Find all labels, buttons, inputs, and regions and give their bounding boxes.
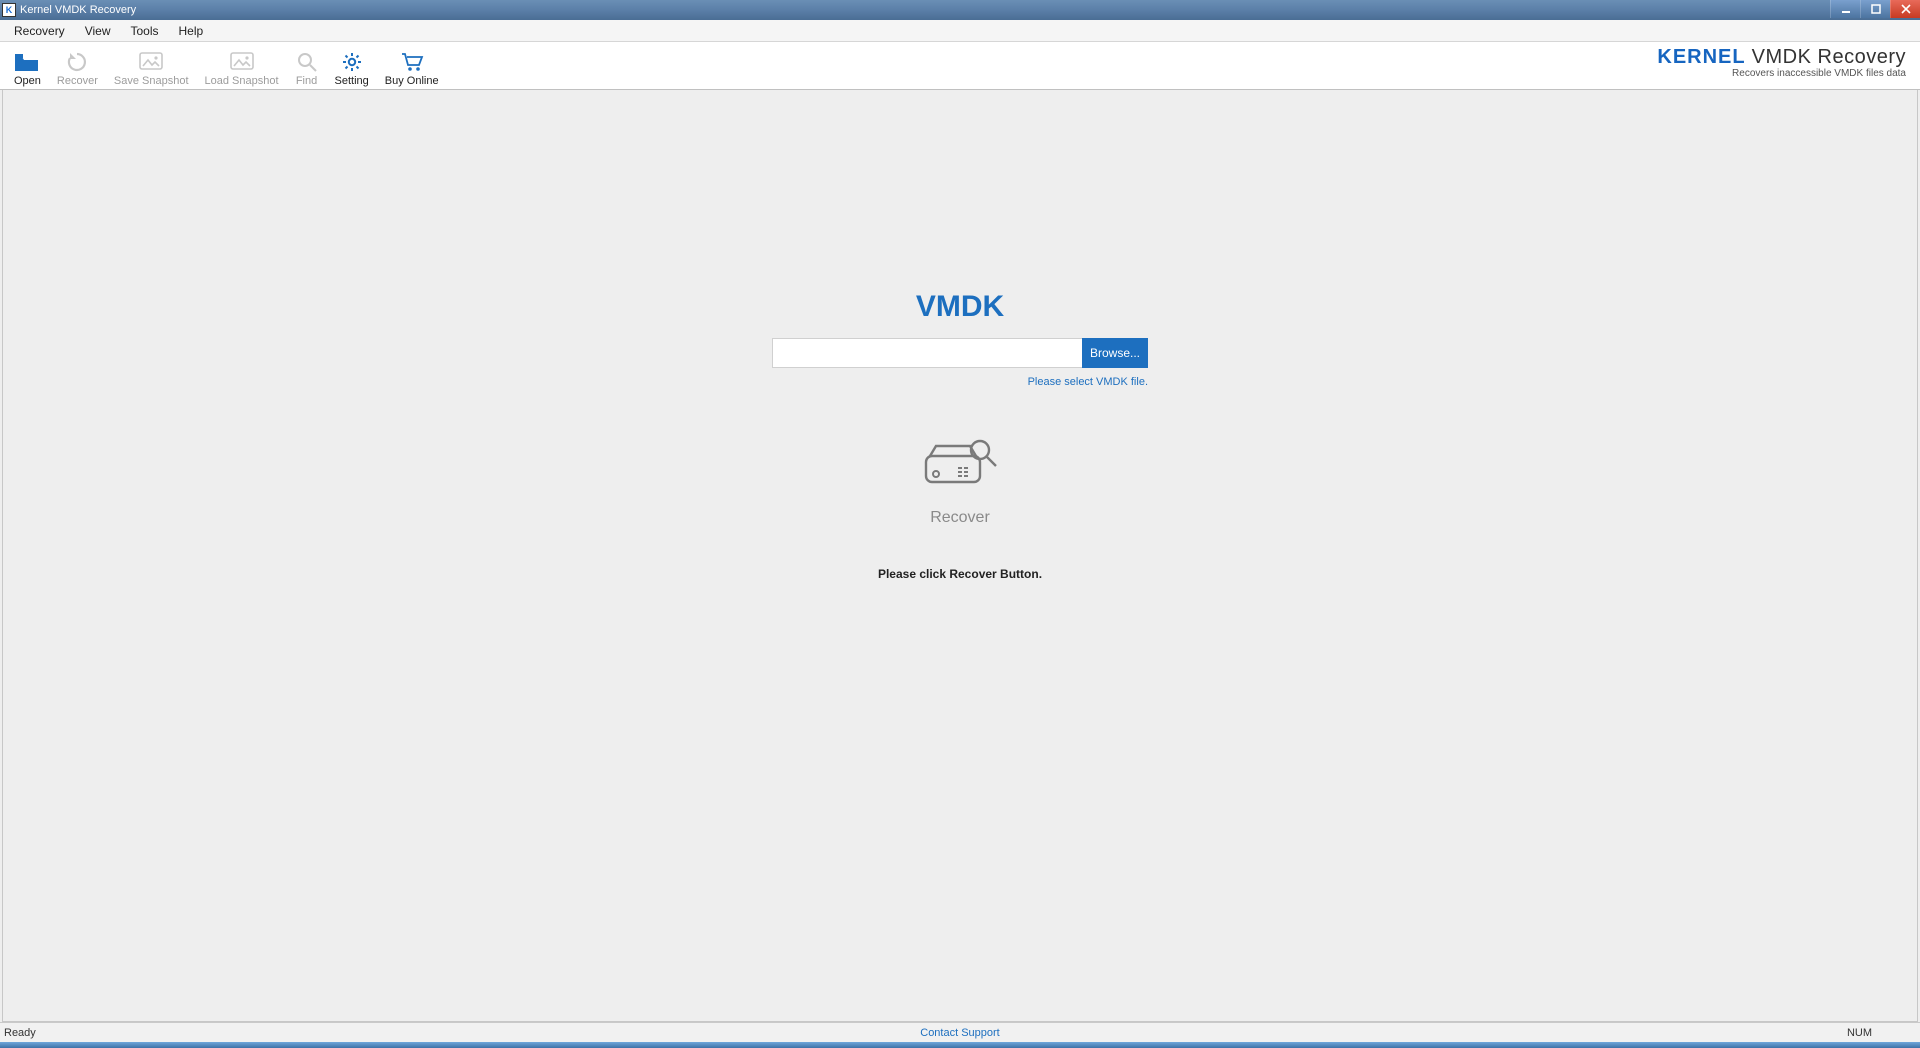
brand-name-bold: KERNEL bbox=[1657, 46, 1745, 68]
brand-block: KERNEL VMDK Recovery Recovers inaccessib… bbox=[1657, 46, 1906, 79]
select-file-hint: Please select VMDK file. bbox=[772, 376, 1148, 388]
vmdk-path-input[interactable] bbox=[772, 338, 1082, 368]
recover-label: Recover bbox=[930, 509, 990, 527]
contact-support-link[interactable]: Contact Support bbox=[920, 1027, 1000, 1039]
search-icon bbox=[296, 49, 318, 75]
window-title: Kernel VMDK Recovery bbox=[20, 4, 136, 16]
window-controls bbox=[1830, 0, 1920, 18]
browse-button[interactable]: Browse... bbox=[1082, 338, 1148, 368]
maximize-button[interactable] bbox=[1860, 0, 1890, 18]
app-icon: K bbox=[2, 3, 16, 17]
statusbar: Ready Contact Support NUM bbox=[0, 1022, 1920, 1042]
minimize-button[interactable] bbox=[1830, 0, 1860, 18]
brand-tagline: Recovers inaccessible VMDK files data bbox=[1657, 68, 1906, 79]
toolbar-load-snapshot-label: Load Snapshot bbox=[205, 75, 279, 87]
toolbar-load-snapshot-button: Load Snapshot bbox=[197, 43, 287, 89]
recover-note: Please click Recover Button. bbox=[878, 567, 1042, 581]
status-ready: Ready bbox=[0, 1027, 36, 1039]
toolbar-recover-button: Recover bbox=[49, 43, 106, 89]
drive-search-icon bbox=[920, 436, 1000, 493]
toolbar-buy-online-label: Buy Online bbox=[385, 75, 439, 87]
toolbar: Open Recover Save Snapshot Load Snapshot… bbox=[0, 42, 1920, 90]
status-numlock: NUM bbox=[1847, 1027, 1872, 1039]
toolbar-find-button: Find bbox=[287, 43, 327, 89]
titlebar: K Kernel VMDK Recovery bbox=[0, 0, 1920, 20]
recover-block: Recover bbox=[920, 436, 1000, 527]
file-select-row: Browse... bbox=[772, 338, 1148, 368]
menu-help[interactable]: Help bbox=[171, 22, 212, 40]
refresh-icon bbox=[66, 49, 88, 75]
image-up-icon bbox=[230, 49, 254, 75]
toolbar-open-button[interactable]: Open bbox=[6, 43, 49, 89]
toolbar-setting-button[interactable]: Setting bbox=[327, 43, 377, 89]
toolbar-find-label: Find bbox=[296, 75, 317, 87]
toolbar-open-label: Open bbox=[14, 75, 41, 87]
menu-view[interactable]: View bbox=[77, 22, 119, 40]
toolbar-buy-online-button[interactable]: Buy Online bbox=[377, 43, 447, 89]
page-heading: VMDK bbox=[916, 290, 1004, 324]
toolbar-recover-label: Recover bbox=[57, 75, 98, 87]
brand-name-rest: VMDK Recovery bbox=[1746, 46, 1906, 68]
folder-open-icon bbox=[14, 49, 40, 75]
toolbar-save-snapshot-label: Save Snapshot bbox=[114, 75, 189, 87]
image-down-icon bbox=[139, 49, 163, 75]
close-button[interactable] bbox=[1890, 0, 1920, 18]
main-area: VMDK Browse... Please select VMDK file. … bbox=[2, 90, 1918, 1022]
menu-tools[interactable]: Tools bbox=[122, 22, 166, 40]
gear-icon bbox=[341, 49, 363, 75]
menu-recovery[interactable]: Recovery bbox=[6, 22, 73, 40]
taskbar-strip bbox=[0, 1042, 1920, 1048]
toolbar-setting-label: Setting bbox=[335, 75, 369, 87]
cart-icon bbox=[400, 49, 424, 75]
menubar: Recovery View Tools Help bbox=[0, 20, 1920, 42]
toolbar-save-snapshot-button: Save Snapshot bbox=[106, 43, 197, 89]
brand-title: KERNEL VMDK Recovery bbox=[1657, 46, 1906, 69]
